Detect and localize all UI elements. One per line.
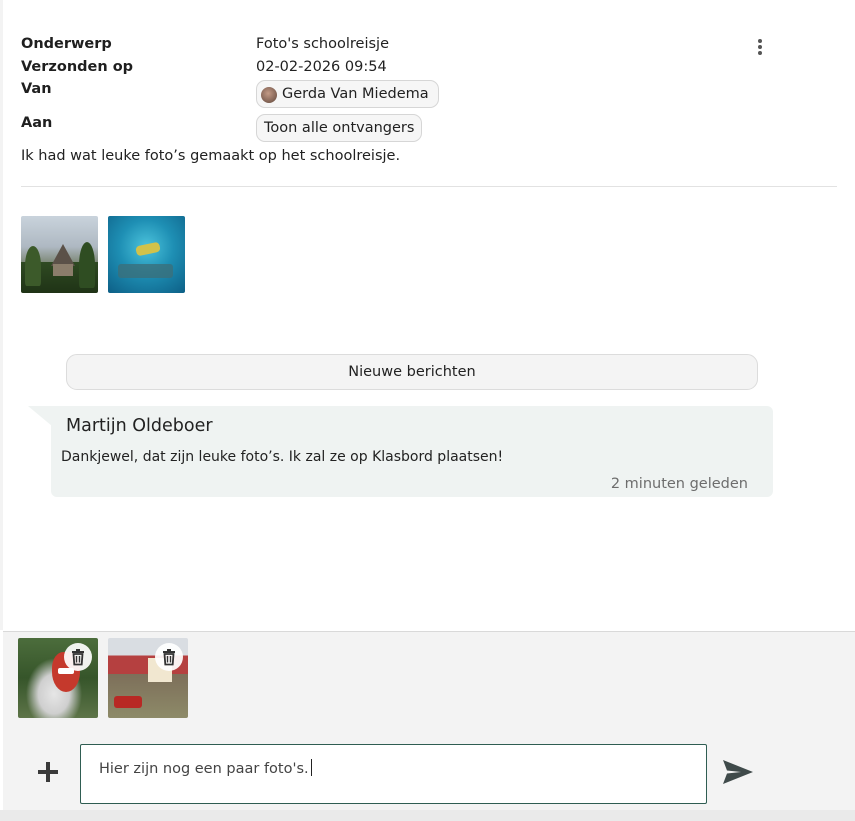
from-label: Van [21,81,52,97]
subject-label: Onderwerp [21,36,112,52]
from-row: Van Gerda Van Miedema [21,80,841,116]
reply-input-text: Hier zijn nog een paar foto's. [99,759,312,777]
trash-icon[interactable] [64,643,92,671]
message-header: Onderwerp Foto's schoolreisje Verzonden … [21,36,841,142]
bottom-strip [0,810,855,821]
left-edge-border [0,0,3,630]
divider [21,186,837,187]
plus-icon[interactable] [37,760,61,784]
message-body: Ik had wat leuke foto’s gemaakt op het s… [21,148,401,164]
reply-timestamp: 2 minuten geleden [610,476,748,492]
send-icon[interactable] [721,758,755,786]
message-detail-page: Onderwerp Foto's schoolreisje Verzonden … [0,0,855,821]
bubble-tail [28,406,52,426]
trash-icon[interactable] [155,643,183,671]
to-row: Aan Toon alle ontvangers [21,114,841,142]
reply-message: Martijn Oldeboer Dankjewel, dat zijn leu… [51,406,773,497]
to-label: Aan [21,115,53,131]
sender-chip[interactable]: Gerda Van Miedema [256,80,439,108]
sent-value: 02-02-2026 09:54 [256,59,387,75]
sender-name: Gerda Van Miedema [282,86,429,102]
attachment-church-photo[interactable] [21,216,98,293]
sent-row: Verzonden op 02-02-2026 09:54 [21,59,841,82]
sender-avatar [261,87,277,103]
new-messages-button[interactable]: Nieuwe berichten [66,354,758,390]
attachment-aquarium-photo[interactable] [108,216,185,293]
more-vertical-icon[interactable] [753,39,767,59]
show-all-recipients-button[interactable]: Toon alle ontvangers [256,114,423,142]
reply-input[interactable]: Hier zijn nog een paar foto's. [80,744,707,804]
reply-text: Dankjewel, dat zijn leuke foto’s. Ik zal… [61,449,504,465]
subject-row: Onderwerp Foto's schoolreisje [21,36,841,59]
sent-label: Verzonden op [21,59,134,75]
reply-author: Martijn Oldeboer [66,416,213,436]
subject-value: Foto's schoolreisje [256,36,389,52]
